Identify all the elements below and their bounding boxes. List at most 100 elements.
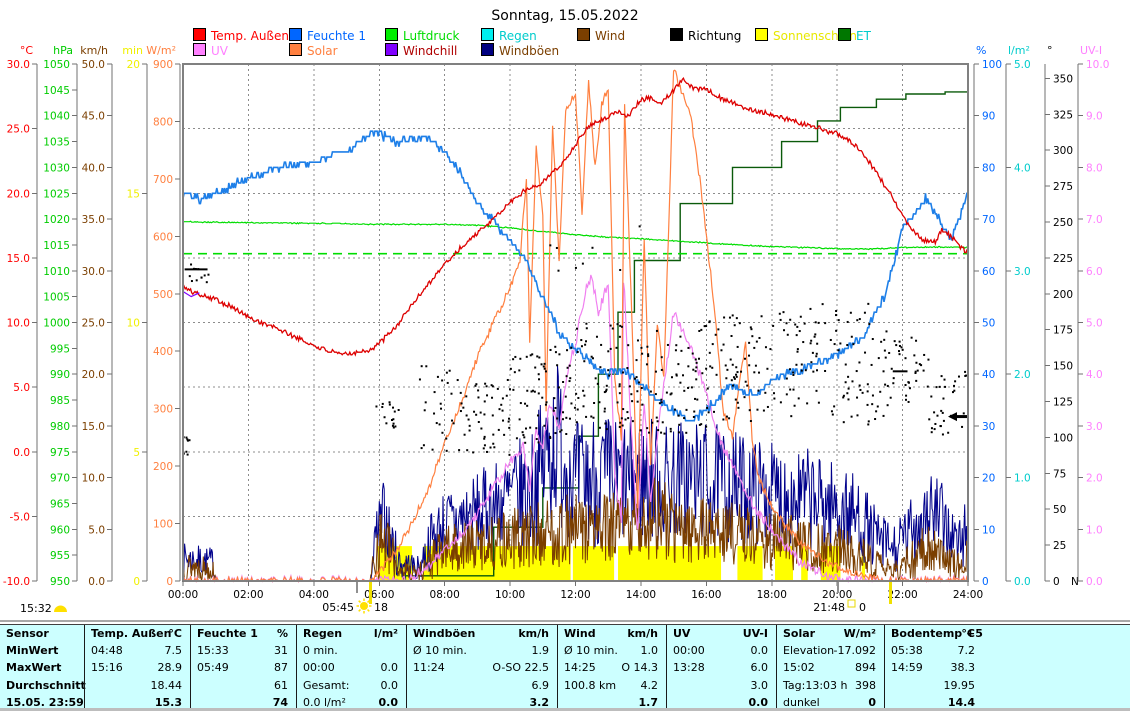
- svg-text:10.0: 10.0: [7, 318, 30, 330]
- x-axis-label: 16:00: [691, 589, 721, 601]
- svg-text:5.0: 5.0: [13, 382, 30, 394]
- legend-swatch: [289, 43, 302, 56]
- svg-text:25.0: 25.0: [82, 318, 105, 330]
- svg-text:min: min: [122, 44, 143, 57]
- svg-text:2.0: 2.0: [1086, 473, 1103, 485]
- svg-text:350: 350: [1053, 73, 1073, 85]
- svg-text:9.0: 9.0: [1086, 111, 1103, 123]
- x-axis-label: 08:00: [430, 589, 460, 601]
- sunrise-marker: [369, 582, 372, 604]
- svg-text:50.0: 50.0: [82, 59, 105, 71]
- table-cell-value: 7.2: [885, 642, 975, 659]
- svg-text:50: 50: [982, 318, 995, 330]
- table-cell-value: 0.0: [667, 642, 768, 659]
- svg-text:1005: 1005: [43, 292, 70, 304]
- svg-text:20: 20: [982, 473, 995, 485]
- table-row: 6.9: [407, 677, 557, 694]
- legend-label: Richtung: [688, 29, 741, 43]
- svg-text:995: 995: [50, 343, 70, 355]
- svg-text:5: 5: [133, 447, 140, 459]
- svg-text:UV-I: UV-I: [1080, 44, 1102, 57]
- svg-text:15.0: 15.0: [7, 253, 30, 265]
- svg-text:0: 0: [166, 576, 173, 588]
- svg-text:60: 60: [982, 266, 995, 278]
- svg-text:W/m²: W/m²: [146, 44, 176, 57]
- svg-text:1050: 1050: [43, 59, 70, 71]
- svg-text:1015: 1015: [43, 240, 70, 252]
- legend-swatch: [755, 28, 768, 41]
- svg-text:90: 90: [982, 111, 995, 123]
- sunset-marker: [889, 582, 892, 604]
- svg-text:955: 955: [50, 550, 70, 562]
- table-cell-value: 38.3: [885, 659, 975, 676]
- table-cell-value: 61: [191, 677, 288, 694]
- svg-text:300: 300: [1053, 145, 1073, 157]
- table-row: 15:02894: [777, 659, 884, 676]
- table-row: 14:5938.3: [885, 659, 1130, 676]
- x-axis-label: 04:00: [299, 589, 329, 601]
- table-cell-value: km/h: [558, 625, 658, 642]
- legend-swatch: [577, 28, 590, 41]
- table-row: Feuchte 1%: [191, 625, 296, 642]
- svg-text:10: 10: [127, 318, 140, 330]
- table-cell-label: 0 min.: [303, 642, 338, 659]
- svg-text:8.0: 8.0: [1086, 162, 1103, 174]
- svg-text:4.0: 4.0: [1014, 162, 1031, 174]
- table-row: Temp. Außen°C: [85, 625, 190, 642]
- table-cell-label: Durchschnitt: [6, 677, 86, 694]
- sun-icon: [360, 602, 368, 610]
- x-axis-label: 02:00: [233, 589, 263, 601]
- table-row: Ø 10 min.1.0: [558, 642, 666, 659]
- table-cell-value: 7.5: [85, 642, 182, 659]
- svg-text:40: 40: [982, 369, 995, 381]
- table-row: 0 min.: [297, 642, 406, 659]
- table-cell-value: 4.2: [558, 677, 658, 694]
- svg-text:1010: 1010: [43, 266, 70, 278]
- table-cell-value: -17.092: [777, 642, 876, 659]
- svg-text:0.0: 0.0: [1086, 576, 1103, 588]
- table-cell-value: 6.0: [667, 659, 768, 676]
- x-axis-label: 18:00: [757, 589, 787, 601]
- svg-text:15: 15: [127, 188, 140, 200]
- svg-text:990: 990: [50, 369, 70, 381]
- svg-text:1020: 1020: [43, 214, 70, 226]
- table-column: SensorMinWertMaxWertDurchschnitt15.05. 2…: [0, 625, 84, 711]
- svg-text:hPa: hPa: [53, 44, 73, 57]
- table-row: Bodentemp +5°C: [885, 625, 1130, 642]
- svg-text:125: 125: [1053, 396, 1073, 408]
- table-row: Regenl/m²: [297, 625, 406, 642]
- table-cell-value: 0.0: [297, 659, 398, 676]
- sunshine-bar: [573, 546, 614, 581]
- table-cell-value: °C: [85, 625, 182, 642]
- svg-text:0.0: 0.0: [1014, 576, 1031, 588]
- legend-swatch: [838, 28, 851, 41]
- table-column: UVUV-I00:000.013:286.03.00.0: [666, 625, 776, 711]
- x-axis-label: 00:00: [168, 589, 198, 601]
- svg-text:25: 25: [1053, 540, 1066, 552]
- x-axis-label: 24:00: [953, 589, 983, 601]
- table-row: MaxWert: [0, 659, 84, 676]
- table-cell-value: 3.0: [667, 677, 768, 694]
- svg-text:100: 100: [1053, 432, 1073, 444]
- legend-label: Windchill: [403, 44, 457, 58]
- table-row: SolarW/m²: [777, 625, 884, 642]
- legend-label: UV: [211, 44, 228, 58]
- svg-text:10.0: 10.0: [1086, 59, 1109, 71]
- table-column: Bodentemp +5°C05:387.214:5938.319.9514.4: [884, 625, 1130, 711]
- legend-label: ET: [856, 29, 871, 43]
- svg-text:900: 900: [153, 59, 173, 71]
- svg-text:0: 0: [1053, 576, 1060, 588]
- table-cell-label: MinWert: [6, 642, 58, 659]
- moonrise-time: 15:32: [20, 602, 52, 615]
- statistics-table: SensorMinWertMaxWertDurchschnitt15.05. 2…: [0, 624, 1130, 711]
- svg-text:20.0: 20.0: [7, 188, 30, 200]
- table-row: Gesamt:0.0: [297, 677, 406, 694]
- table-row: 15:1628.9: [85, 659, 190, 676]
- svg-text:°: °: [1047, 44, 1053, 57]
- svg-text:30.0: 30.0: [7, 59, 30, 71]
- svg-text:800: 800: [153, 116, 173, 128]
- legend-swatch: [385, 28, 398, 41]
- table-cell-value: O 14.3: [558, 659, 658, 676]
- svg-text:200: 200: [153, 461, 173, 473]
- sunrise-time: 05:45: [322, 601, 354, 614]
